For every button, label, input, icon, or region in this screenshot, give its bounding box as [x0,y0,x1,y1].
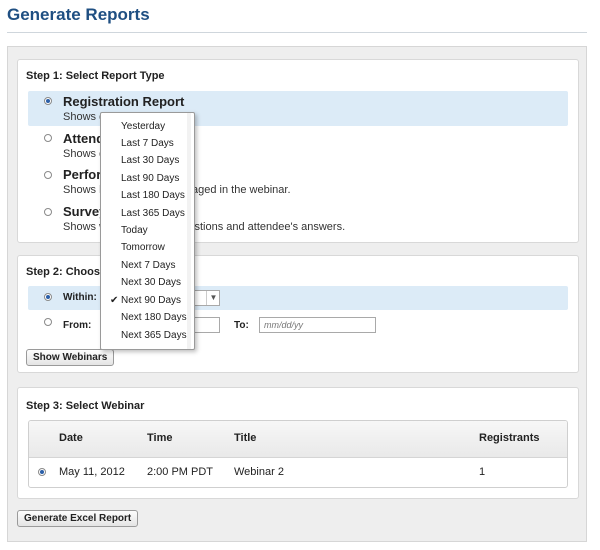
page-title: Generate Reports [7,5,150,24]
menu-item-last-30-days[interactable]: Last 30 Days [101,152,194,169]
menu-item-label: Last 7 Days [121,138,174,149]
menu-item-label: Next 7 Days [121,260,176,271]
webinar-select-radio[interactable] [38,468,46,476]
chevron-down-icon[interactable]: ▼ [206,291,220,305]
menu-item-next-30-days[interactable]: Next 30 Days [101,274,194,291]
column-header-time: Time [147,432,173,444]
checkmark-icon: ✔ [110,295,119,306]
column-header-registrants: Registrants [479,432,540,444]
menu-item-label: Last 365 Days [121,208,185,219]
menu-item-label: Last 180 Days [121,190,185,201]
menu-item-label: Next 365 Days [121,330,187,341]
report-form: Step 1: Select Report Type Registration … [7,46,587,542]
to-date-input[interactable]: mm/dd/yy [259,317,376,333]
within-radio[interactable] [44,293,52,301]
menu-item-label: Next 30 Days [121,277,182,288]
report-type-radio-performance[interactable] [44,171,52,179]
to-label: To: [234,320,249,331]
webinar-time: 2:00 PM PDT [147,466,214,478]
menu-item-last-365-days[interactable]: Last 365 Days [101,205,194,222]
column-header-date: Date [59,432,83,444]
webinar-title: Webinar 2 [234,466,284,478]
webinar-date: May 11, 2012 [59,466,125,478]
from-label: From: [63,320,92,331]
title-divider [7,32,587,33]
webinar-table: Date Time Title Registrants May 11, 2012… [28,420,568,488]
report-type-radio-registration[interactable] [44,97,52,105]
step3-title: Step 3: Select Webinar [26,400,145,412]
menu-item-last-180-days[interactable]: Last 180 Days [101,187,194,204]
report-type-radio-survey[interactable] [44,208,52,216]
menu-item-label: Today [121,225,148,236]
report-type-title-registration: Registration Report [63,94,185,109]
menu-item-label: Tomorrow [121,242,165,253]
menu-item-next-90-days[interactable]: ✔ Next 90 Days [101,292,194,309]
menu-item-last-7-days[interactable]: Last 7 Days [101,135,194,152]
table-row[interactable]: May 11, 2012 2:00 PM PDT Webinar 2 1 [29,458,567,486]
menu-item-next-180-days[interactable]: Next 180 Days [101,309,194,326]
generate-excel-report-button[interactable]: Generate Excel Report [17,510,139,527]
menu-item-yesterday[interactable]: Yesterday [101,118,194,135]
column-header-title: Title [234,432,257,444]
menu-item-label: Last 90 Days [121,173,180,184]
menu-item-label: Last 30 Days [121,155,180,166]
show-webinars-button[interactable]: Show Webinars [26,349,115,366]
menu-item-label: Next 180 Days [121,312,187,323]
menu-item-today[interactable]: Today [101,222,194,239]
menu-item-next-365-days[interactable]: Next 365 Days [101,327,194,344]
step3-panel: Step 3: Select Webinar Date Time Title R… [17,387,579,499]
menu-item-next-7-days[interactable]: Next 7 Days [101,257,194,274]
menu-item-last-90-days[interactable]: Last 90 Days [101,170,194,187]
step1-title: Step 1: Select Report Type [26,70,165,82]
menu-item-label: Yesterday [121,121,166,132]
menu-item-tomorrow[interactable]: Tomorrow [101,239,194,256]
webinar-registrants: 1 [479,466,486,478]
menu-item-label: Next 90 Days [121,295,182,306]
from-radio[interactable] [44,318,52,326]
within-label: Within: [63,292,97,303]
date-range-dropdown-menu: Yesterday Last 7 Days Last 30 Days Last … [100,112,195,350]
report-type-radio-attendee[interactable] [44,134,52,142]
table-header: Date Time Title Registrants [29,421,567,458]
